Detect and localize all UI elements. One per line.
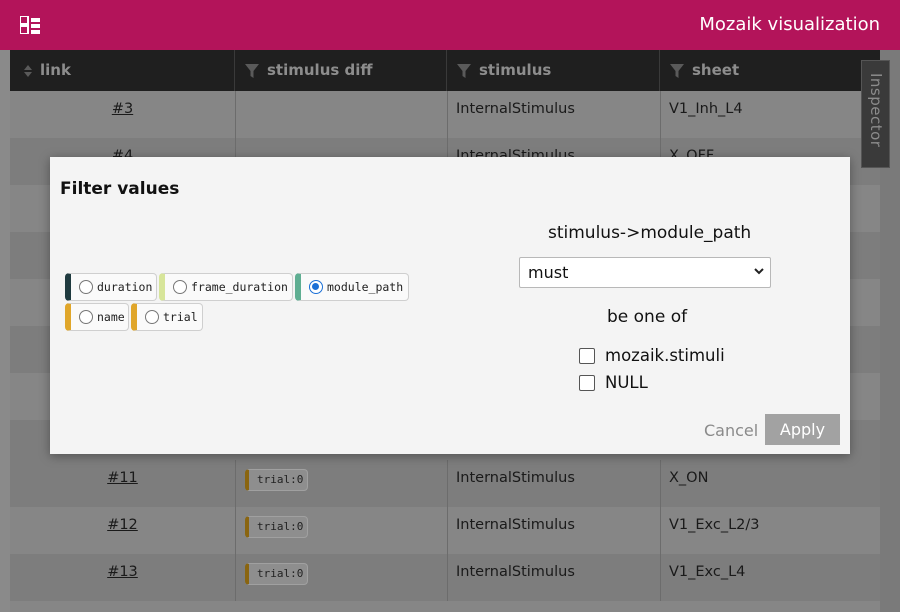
- param-chip-frame-duration[interactable]: frame_duration: [159, 273, 293, 301]
- diff-chip: trial:0: [245, 516, 309, 538]
- sheet-cell: V1_Exc_L2/3: [660, 507, 880, 554]
- column-header-stimulus-diff[interactable]: stimulus diff: [235, 50, 447, 91]
- param-chip-name[interactable]: name: [65, 303, 129, 331]
- table-row[interactable]: [10, 601, 880, 612]
- stimulus-cell: InternalStimulus: [447, 554, 660, 601]
- app-header: Mozaik visualization: [0, 0, 900, 50]
- checkbox[interactable]: [579, 375, 595, 391]
- stimulus-cell: InternalStimulus: [447, 507, 660, 554]
- column-header-sheet[interactable]: sheet: [660, 50, 880, 91]
- radio-icon[interactable]: [79, 310, 93, 324]
- inspector-tab[interactable]: Inspector: [861, 60, 890, 168]
- radio-icon[interactable]: [173, 280, 187, 294]
- condition-label: be one of: [607, 307, 688, 327]
- row-link[interactable]: #13: [107, 564, 138, 580]
- diff-chip: trial:0: [245, 469, 309, 491]
- param-chip-trial[interactable]: trial: [131, 303, 203, 331]
- param-chip-duration[interactable]: duration: [65, 273, 157, 301]
- row-link[interactable]: #3: [112, 101, 133, 117]
- filter-icon[interactable]: [245, 63, 259, 78]
- condition-select[interactable]: must: [519, 257, 771, 288]
- tree-menu-icon[interactable]: [20, 16, 40, 34]
- stimulus-cell: InternalStimulus: [447, 460, 660, 507]
- radio-icon[interactable]: [79, 280, 93, 294]
- table-header: link stimulus diff stimulus sheet: [10, 50, 880, 91]
- table-row[interactable]: #12 trial:0 InternalStimulus V1_Exc_L2/3: [10, 507, 880, 554]
- dialog-title: Filter values: [60, 179, 180, 199]
- cancel-button[interactable]: Cancel: [704, 421, 758, 440]
- sheet-cell: V1_Inh_L4: [660, 91, 880, 138]
- field-path-label: stimulus->module_path: [548, 223, 752, 243]
- sheet-cell: X_ON: [660, 460, 880, 507]
- row-link[interactable]: #12: [107, 517, 138, 533]
- filter-dialog: Filter values duration frame_duration mo…: [50, 157, 850, 454]
- table-row[interactable]: #11 trial:0 InternalStimulus X_ON: [10, 460, 880, 507]
- column-header-link[interactable]: link: [10, 50, 235, 91]
- table-row[interactable]: #3 InternalStimulus V1_Inh_L4: [10, 91, 880, 138]
- chevron-down-icon: [754, 268, 764, 275]
- checkbox[interactable]: [579, 348, 595, 364]
- row-link[interactable]: #11: [107, 470, 138, 486]
- param-chip-module-path[interactable]: module_path: [295, 273, 409, 301]
- column-header-stimulus[interactable]: stimulus: [447, 50, 660, 91]
- sort-icon[interactable]: [24, 64, 32, 77]
- stimulus-diff-cell: [235, 91, 447, 138]
- table-row[interactable]: #13 trial:0 InternalStimulus V1_Exc_L4: [10, 554, 880, 601]
- sheet-cell: V1_Exc_L4: [660, 554, 880, 601]
- radio-selected-icon[interactable]: [309, 280, 323, 294]
- filter-icon[interactable]: [670, 63, 684, 78]
- diff-chip: trial:0: [245, 563, 309, 585]
- stimulus-cell: InternalStimulus: [447, 91, 660, 138]
- app-title: Mozaik visualization: [699, 14, 880, 35]
- radio-icon[interactable]: [145, 310, 159, 324]
- apply-button[interactable]: Apply: [765, 414, 840, 445]
- filter-icon[interactable]: [457, 63, 471, 78]
